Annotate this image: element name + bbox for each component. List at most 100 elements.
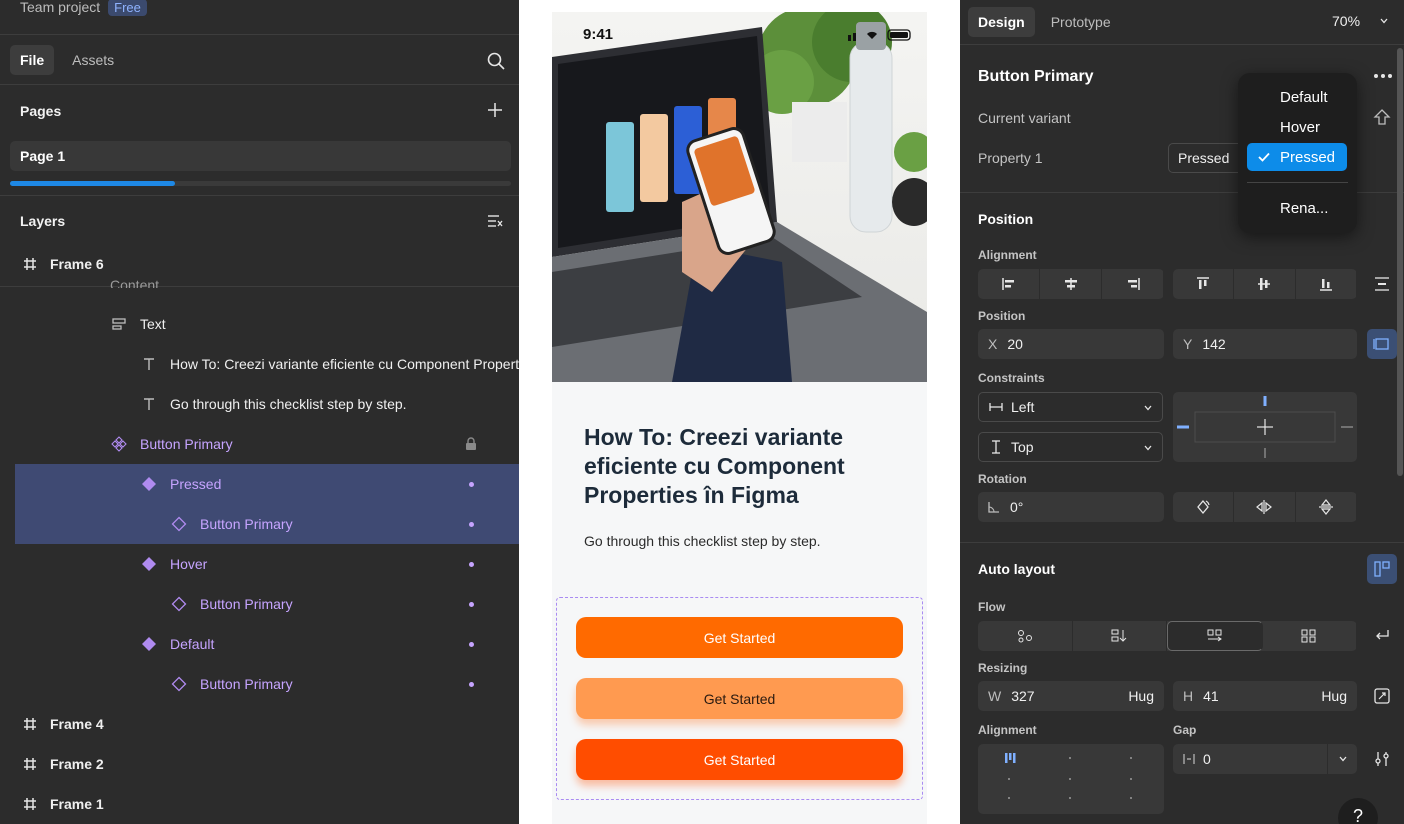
layer-text-headline[interactable]: How To: Creezi variante eficiente cu Com…	[0, 344, 519, 384]
layer-component-set[interactable]: Button Primary	[0, 424, 519, 464]
layer-frame-1[interactable]: Frame 1	[0, 784, 519, 824]
gap-value: 0	[1203, 751, 1211, 767]
variant-icon	[142, 477, 156, 491]
scrollbar-thumb[interactable]	[10, 181, 175, 186]
chevron-down-icon[interactable]	[1380, 18, 1388, 24]
rotation-field[interactable]: 0°	[978, 492, 1164, 522]
distribute-icon[interactable]	[1374, 277, 1390, 291]
property-1-select[interactable]: Pressed	[1168, 143, 1248, 173]
layer-variant-hover[interactable]: Hover	[0, 544, 519, 584]
page-item[interactable]: Page 1	[10, 141, 511, 171]
gap-dropdown[interactable]	[1327, 744, 1357, 774]
tab-design[interactable]: Design	[968, 7, 1035, 37]
tab-prototype[interactable]: Prototype	[1041, 7, 1121, 37]
laptop-photo	[552, 12, 927, 382]
alignment-grid[interactable]	[978, 744, 1164, 814]
y-position-field[interactable]: Y 142	[1173, 329, 1357, 359]
layer-frame-4[interactable]: Frame 4	[0, 704, 519, 744]
flow-grid-icon[interactable]	[1263, 621, 1357, 651]
tab-file[interactable]: File	[10, 45, 55, 75]
status-icons	[848, 29, 911, 41]
gap-field[interactable]: 0	[1173, 744, 1357, 774]
flip-vertical-icon[interactable]	[1296, 492, 1357, 522]
variant-option-hover[interactable]: Hover	[1238, 113, 1357, 141]
article-subline: Go through this checklist step by step.	[584, 533, 821, 549]
advanced-settings-icon[interactable]	[1374, 751, 1390, 767]
height-field[interactable]: H 41 Hug	[1173, 681, 1357, 711]
layer-instance[interactable]: Button Primary	[15, 504, 519, 544]
mobile-frame[interactable]: 9:41 How To: Creezi variante eficiente c…	[552, 12, 927, 824]
layer-label: How To: Creezi variante eficiente cu Com…	[170, 356, 519, 372]
layer-instance[interactable]: Button Primary	[0, 664, 519, 704]
width-field[interactable]: W 327 Hug	[978, 681, 1164, 711]
horizontal-constraint-icon	[989, 403, 1003, 411]
transform-group	[1173, 492, 1357, 522]
get-started-button-pressed[interactable]: Get Started	[576, 739, 903, 780]
instance-icon	[171, 676, 187, 692]
properties-tabs: Design Prototype	[968, 7, 1121, 37]
layer-content[interactable]: Content	[0, 264, 519, 288]
layers-title: Layers	[20, 213, 66, 229]
get-started-button-default[interactable]: Get Started	[576, 617, 903, 658]
chevron-down-icon	[1339, 756, 1346, 762]
horizontal-constraint-select[interactable]: Left	[978, 392, 1163, 422]
align-top-icon[interactable]	[1173, 269, 1235, 299]
zoom-level[interactable]: 70%	[1332, 13, 1360, 29]
project-name[interactable]: Team project	[20, 0, 100, 15]
clip-content-icon[interactable]	[1374, 688, 1390, 704]
add-page-icon[interactable]	[486, 101, 504, 119]
layer-label: Frame 1	[50, 796, 104, 812]
rotation-label: Rotation	[978, 472, 1027, 486]
flow-freeform-icon[interactable]	[978, 621, 1073, 651]
properties-scrollbar[interactable]	[1397, 48, 1403, 476]
layer-variant-pressed[interactable]: Pressed	[15, 464, 519, 504]
pages-scrollbar[interactable]	[10, 181, 511, 186]
align-right-icon[interactable]	[1102, 269, 1164, 299]
collapse-layers-icon[interactable]	[486, 212, 504, 230]
constraint-widget[interactable]	[1173, 392, 1357, 462]
width-value: 327	[1011, 688, 1035, 704]
align-center-h-icon[interactable]	[1040, 269, 1102, 299]
align-bottom-icon[interactable]	[1296, 269, 1357, 299]
horizontal-constraint-value: Left	[1011, 399, 1035, 415]
height-mode[interactable]: Hug	[1321, 688, 1347, 704]
get-started-button-hover[interactable]: Get Started	[576, 678, 903, 719]
status-dot	[469, 522, 474, 527]
layer-text-subline[interactable]: Go through this checklist step by step.	[0, 384, 519, 424]
flow-vertical-icon[interactable]	[1073, 621, 1167, 651]
status-dot	[469, 642, 474, 647]
layer-label: Frame 4	[50, 716, 104, 732]
absolute-position-button[interactable]	[1367, 329, 1397, 359]
lock-icon[interactable]	[465, 437, 477, 451]
search-icon[interactable]	[486, 51, 506, 71]
x-position-field[interactable]: X 20	[978, 329, 1164, 359]
auto-layout-toggle[interactable]	[1367, 554, 1397, 584]
x-value: 20	[1007, 336, 1023, 352]
layer-frame-2[interactable]: Frame 2	[0, 744, 519, 784]
layer-instance[interactable]: Button Primary	[0, 584, 519, 624]
align-left-icon[interactable]	[978, 269, 1040, 299]
tab-assets[interactable]: Assets	[62, 45, 124, 75]
variant-option-default[interactable]: Default	[1238, 83, 1357, 111]
vertical-constraint-select[interactable]: Top	[978, 432, 1163, 462]
more-options-icon[interactable]	[1372, 70, 1394, 82]
wrap-icon[interactable]	[1374, 628, 1390, 642]
rotate-icon[interactable]	[1173, 492, 1235, 522]
chevron-down-icon	[1144, 405, 1152, 411]
variant-option-pressed[interactable]: Pressed	[1247, 143, 1347, 171]
width-mode[interactable]: Hug	[1128, 688, 1154, 704]
layers-panel: Team project Free File Assets Pages Page…	[0, 0, 519, 824]
vertical-align-group	[1173, 269, 1357, 299]
rename-option[interactable]: Rena...	[1238, 194, 1357, 222]
layer-variant-default[interactable]: Default	[0, 624, 519, 664]
check-icon	[1258, 152, 1270, 162]
layer-text-group[interactable]: Text	[0, 304, 519, 344]
swap-variant-icon[interactable]	[1372, 107, 1392, 127]
current-variant-label: Current variant	[978, 110, 1071, 126]
design-canvas[interactable]: 9:41 How To: Creezi variante eficiente c…	[519, 0, 960, 824]
align-middle-icon[interactable]	[1234, 269, 1296, 299]
layer-label: Frame 2	[50, 756, 104, 772]
flip-horizontal-icon[interactable]	[1234, 492, 1296, 522]
flow-horizontal-icon[interactable]	[1167, 621, 1263, 651]
variant-option-label: Pressed	[1280, 148, 1336, 166]
